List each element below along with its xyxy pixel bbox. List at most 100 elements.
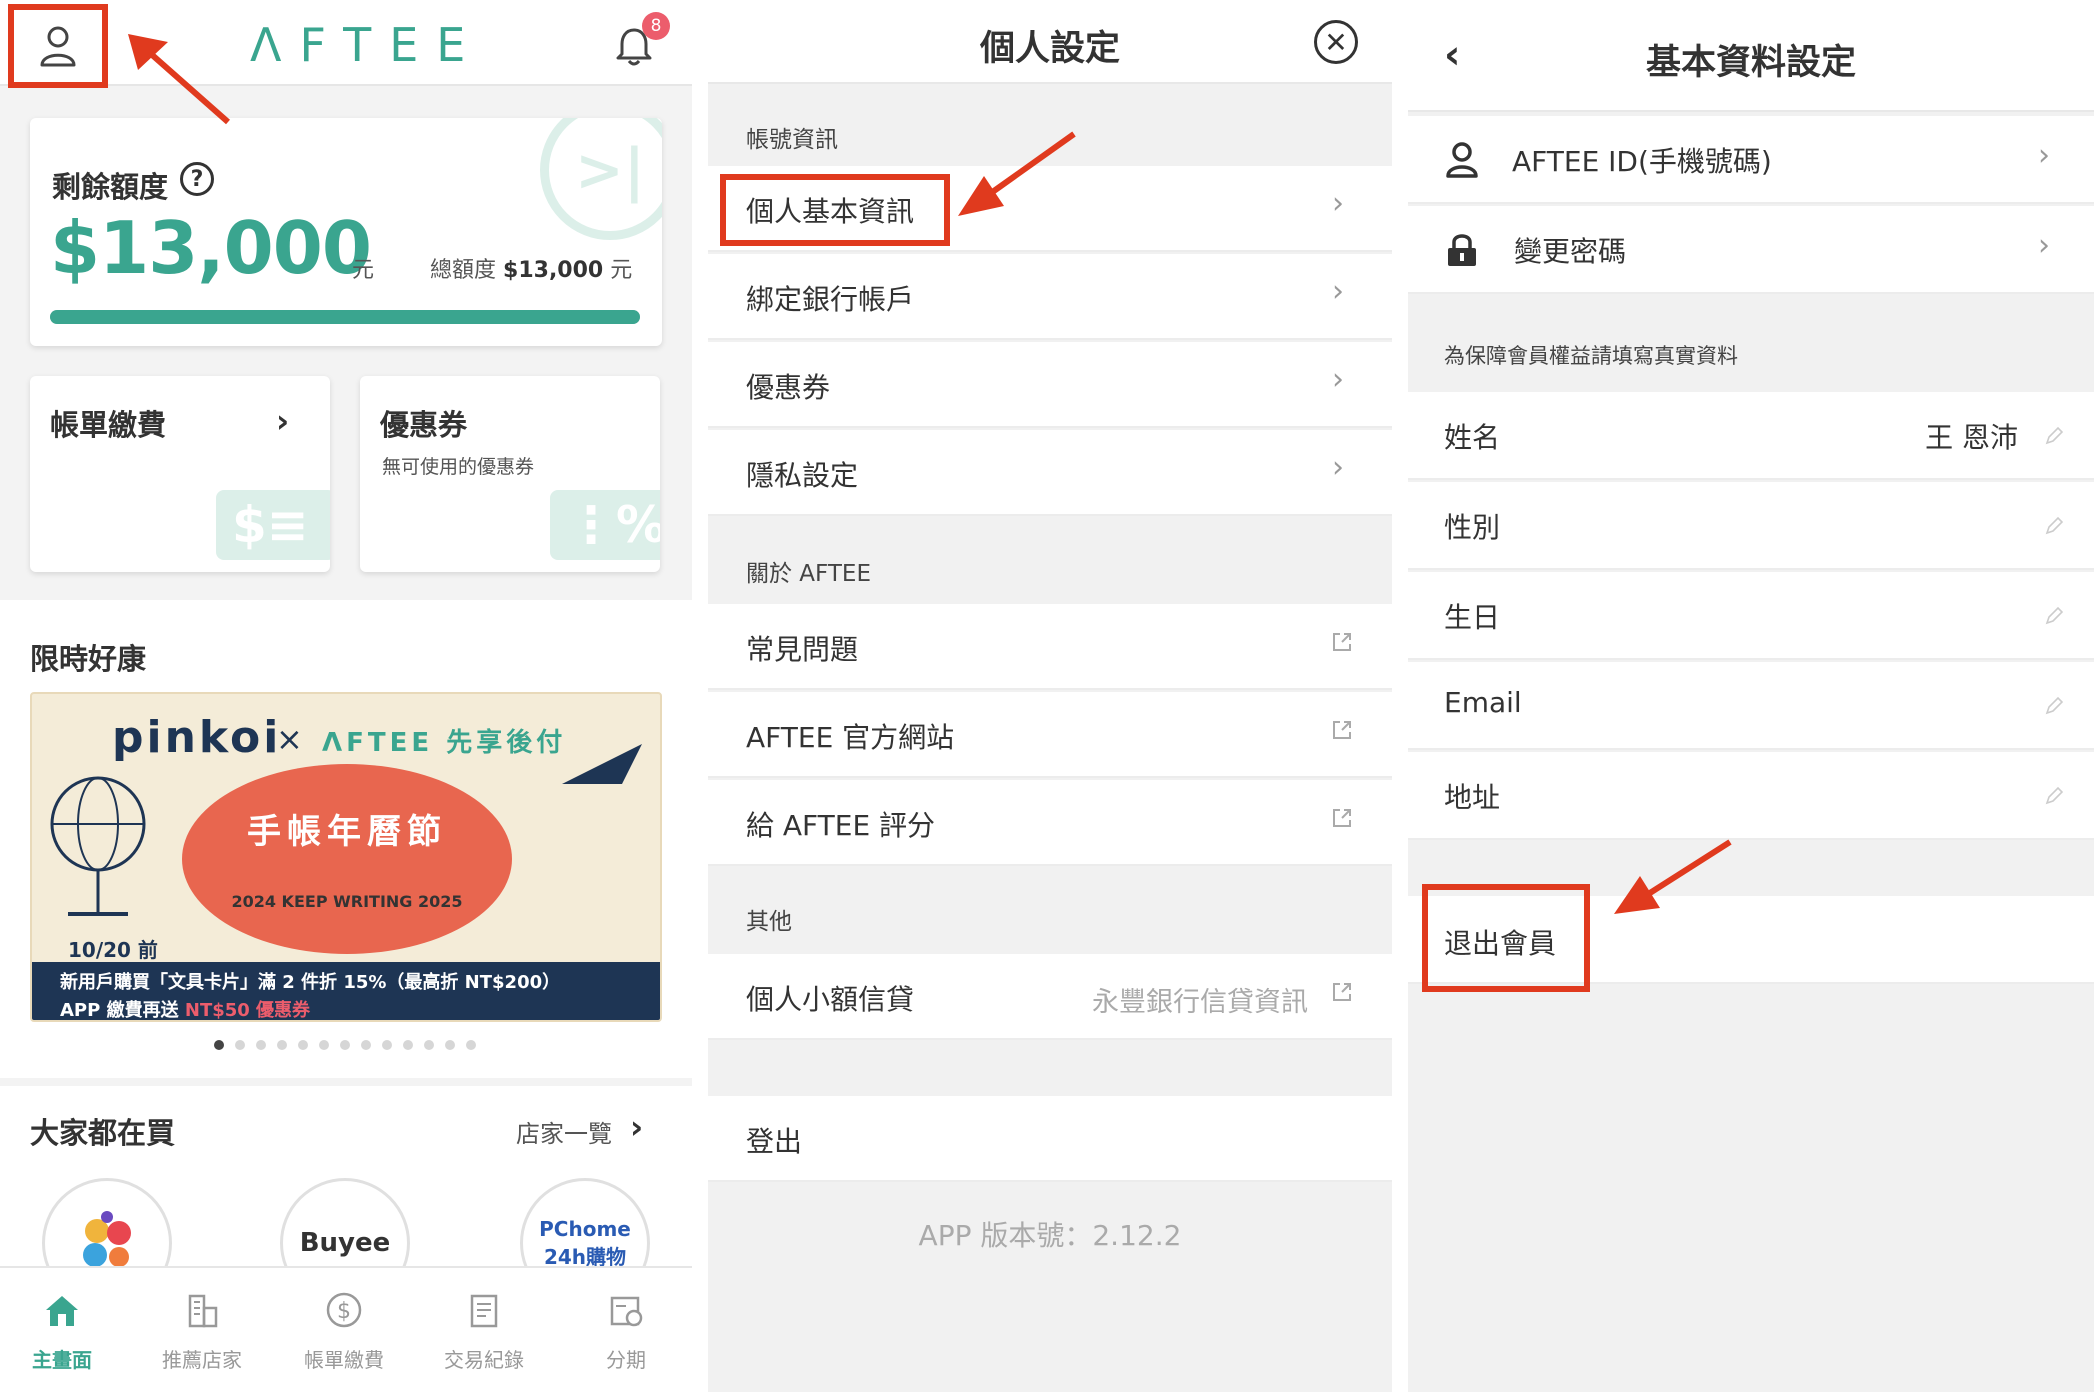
chevron-right-icon: › [2038, 228, 2050, 263]
pencil-icon[interactable] [2044, 606, 2064, 626]
settings-item-coupons[interactable]: 優惠券 › [708, 342, 1392, 428]
carousel-dot[interactable] [466, 1040, 476, 1050]
carousel-dot[interactable] [445, 1040, 455, 1050]
field-birthday[interactable]: 生日 [1408, 572, 2094, 660]
field-name[interactable]: 姓名 王 恩沛 [1408, 392, 2094, 480]
chevron-right-icon: › [1332, 362, 1344, 397]
user-icon [1446, 142, 1478, 178]
settings-header: 個人設定 ✕ [708, 0, 1392, 84]
close-icon[interactable]: ✕ [1314, 20, 1358, 64]
basic-info-header: 基本資料設定 ‹ [1408, 0, 2094, 112]
carousel-dot[interactable] [340, 1040, 350, 1050]
field-email[interactable]: Email [1408, 662, 2094, 750]
carousel-dot[interactable] [277, 1040, 287, 1050]
annotation-box [1422, 884, 1590, 992]
buildings-icon [188, 1294, 218, 1328]
settings-item-loan[interactable]: 個人小額信貸 永豐銀行信貸資訊 [708, 954, 1392, 1040]
external-link-icon [1333, 721, 1351, 739]
banner-brand: pinkoi [112, 712, 282, 763]
credit-progress-bar [50, 310, 640, 324]
settings-item-label: 綁定銀行帳戶 [746, 283, 915, 316]
tab-bills[interactable]: $ 帳單繳費 [284, 1290, 404, 1373]
settings-item-label: AFTEE 官方網站 [746, 721, 955, 754]
settings-item-label: 隱私設定 [746, 459, 859, 492]
chevron-right-icon: › [1332, 450, 1344, 485]
banner-x: × [276, 720, 303, 758]
pencil-icon[interactable] [2044, 696, 2064, 716]
pencil-icon[interactable] [2044, 426, 2064, 446]
lock-icon [1448, 234, 1476, 266]
credit-total-unit: 元 [610, 258, 633, 283]
settings-item-bank-account[interactable]: 綁定銀行帳戶 › [708, 254, 1392, 340]
banner-line1: 新用戶購買「文具卡片」滿 2 件折 15%（最高折 NT$200） [60, 972, 561, 993]
carousel-dot[interactable] [361, 1040, 371, 1050]
credit-amount: $13,000 [50, 206, 372, 290]
external-link-icon [1333, 983, 1351, 1001]
carousel-dots[interactable] [214, 1040, 476, 1050]
svg-text:$: $ [337, 1299, 351, 1324]
banner-line2-prefix: APP 繳費再送 [60, 1000, 179, 1021]
field-address[interactable]: 地址 [1408, 752, 2094, 840]
settings-item-faq[interactable]: 常見問題 [708, 604, 1392, 690]
settings-item-privacy[interactable]: 隱私設定 › [708, 430, 1392, 516]
chevron-right-icon: › [276, 402, 290, 440]
settings-item-rate[interactable]: 給 AFTEE 評分 [708, 780, 1392, 866]
tab-stores[interactable]: 推薦店家 [142, 1290, 262, 1373]
shop-all-link[interactable]: 店家一覽 [516, 1114, 612, 1149]
bill-payment-title: 帳單繳費 [50, 408, 167, 442]
bill-payment-card[interactable]: 帳單繳費 › $≡ [30, 376, 330, 572]
carousel-dot[interactable] [382, 1040, 392, 1050]
annotation-arrow [128, 34, 230, 125]
chevron-right-icon[interactable]: › [630, 1108, 643, 1146]
pencil-icon[interactable] [2044, 786, 2064, 806]
coupon-subtitle: 無可使用的優惠券 [382, 456, 535, 478]
tab-installments[interactable]: 分期 [566, 1290, 686, 1373]
banner-date: 10/20 前 [68, 938, 158, 962]
tab-label: 推薦店家 [162, 1348, 242, 1372]
aftee-logo: ΛFTEE [250, 18, 484, 72]
aftee-id-item[interactable]: AFTEE ID(手機號碼) › [1408, 116, 2094, 204]
settings-item-website[interactable]: AFTEE 官方網站 [708, 692, 1392, 778]
banner-line2: APP 繳費再送 NT$50 優惠券 [60, 996, 310, 1021]
carousel-dot[interactable] [319, 1040, 329, 1050]
tab-label: 分期 [606, 1348, 646, 1372]
settings-item-label: 優惠券 [746, 371, 831, 404]
carousel-dot[interactable] [403, 1040, 413, 1050]
carousel-dot[interactable] [214, 1040, 224, 1050]
help-icon[interactable]: ? [180, 162, 214, 196]
tab-label: 主畫面 [32, 1348, 92, 1372]
aftee-mark-icon: >| [540, 118, 662, 240]
carousel-dot[interactable] [235, 1040, 245, 1050]
profile-button[interactable] [8, 4, 108, 88]
group-header-other: 其他 [746, 909, 792, 935]
change-password-item[interactable]: 變更密碼 › [1408, 206, 2094, 294]
tab-label: 交易紀錄 [444, 1348, 524, 1372]
carousel-dot[interactable] [424, 1040, 434, 1050]
flag-illustration-icon [562, 744, 642, 784]
tab-transactions[interactable]: 交易紀錄 [424, 1290, 544, 1373]
settings-screen: 個人設定 ✕ 帳號資訊 個人基本資訊 › 綁定銀行帳戶 › 優惠券 › 隱私設定… [708, 0, 1392, 1392]
back-chevron-icon[interactable]: ‹ [1444, 32, 1460, 78]
field-label: 地址 [1444, 781, 1501, 814]
coupon-card[interactable]: 優惠券 無可使用的優惠券 ⋮% [360, 376, 660, 572]
field-value: 王 恩沛 [1925, 421, 2018, 454]
home-icon [46, 1296, 78, 1326]
promo-title: 限時好康 [30, 642, 147, 676]
chevron-right-icon: › [2038, 138, 2050, 173]
tab-home[interactable]: 主畫面 [2, 1290, 122, 1373]
credit-progress-fill [50, 310, 640, 324]
profile-notice: 為保障會員權益請填寫真實資料 [1444, 344, 1738, 368]
receipt-icon [470, 1294, 498, 1328]
banner-subline: 2024 KEEP WRITING 2025 [231, 892, 463, 911]
external-link-icon [1333, 809, 1351, 827]
pencil-icon[interactable] [2044, 516, 2064, 536]
carousel-dot[interactable] [256, 1040, 266, 1050]
annotation-box [720, 174, 950, 246]
banner-headline: 手帳年曆節 [247, 812, 447, 852]
logout-label: 登出 [746, 1125, 803, 1158]
carousel-dot[interactable] [298, 1040, 308, 1050]
loan-value: 永豐銀行信貸資訊 [1092, 987, 1308, 1018]
logout-button[interactable]: 登出 [708, 1096, 1392, 1182]
field-gender[interactable]: 性別 [1408, 482, 2094, 570]
promo-banner[interactable]: pinkoi × ΛFTEE 先享後付 手帳年曆節 2024 KEEP WRIT… [30, 692, 662, 1022]
